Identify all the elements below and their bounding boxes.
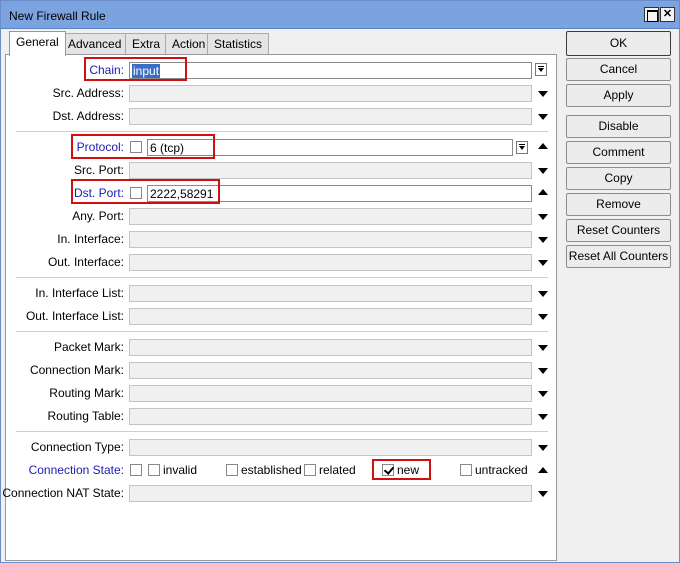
packet-mark-field[interactable] [129,339,532,356]
firewall-rule-window: New Firewall Rule ✕ General Advanced Ext… [0,0,680,563]
connection-type-field[interactable] [129,439,532,456]
in-interface-list-label: In. Interface List: [35,286,124,300]
highlight-protocol [71,134,215,159]
in-interface-list-field[interactable] [129,285,532,302]
routing-table-field[interactable] [129,408,532,425]
apply-button[interactable]: Apply [566,84,671,107]
src-port-expand-icon[interactable] [538,168,548,174]
state-untracked-checkbox[interactable] [460,464,472,476]
connection-type-label: Connection Type: [30,440,124,454]
dst-address-field[interactable] [129,108,532,125]
tab-statistics[interactable]: Statistics [207,33,270,55]
chain-field[interactable]: input [129,62,532,79]
src-port-field[interactable] [129,162,532,179]
general-panel: Chain: input Src. Address: Dst. Address:… [2,54,557,561]
protocol-collapse-icon[interactable] [538,143,548,149]
connection-state-collapse-icon[interactable] [538,467,548,473]
out-interface-list-label: Out. Interface List: [25,309,124,323]
connection-type-expand-icon[interactable] [538,445,548,451]
state-invalid-label: invalid [163,463,198,477]
src-address-field[interactable] [129,85,532,102]
src-address-expand-icon[interactable] [538,91,548,97]
in-interface-field[interactable] [129,231,532,248]
packet-mark-label: Packet Mark: [53,340,124,354]
routing-mark-field[interactable] [129,385,532,402]
close-button[interactable]: ✕ [660,7,675,22]
tab-advanced[interactable]: Advanced [61,33,129,55]
out-interface-expand-icon[interactable] [538,260,548,266]
src-address-label: Src. Address: [52,86,124,100]
disable-button[interactable]: Disable [566,115,671,138]
connection-mark-expand-icon[interactable] [538,368,548,374]
comment-button[interactable]: Comment [566,141,671,164]
routing-table-expand-icon[interactable] [538,414,548,420]
dst-port-collapse-icon[interactable] [538,189,548,195]
connection-state-label[interactable]: Connection State: [29,461,124,479]
separator [16,277,548,278]
packet-mark-expand-icon[interactable] [538,345,548,351]
connection-nat-state-expand-icon[interactable] [538,491,548,497]
routing-table-label: Routing Table: [47,409,125,423]
connection-nat-state-field[interactable] [129,485,532,502]
tab-general[interactable]: General [9,31,66,56]
in-interface-expand-icon[interactable] [538,237,548,243]
state-related-checkbox[interactable] [304,464,316,476]
highlight-dst-port [71,179,220,204]
tab-extra[interactable]: Extra [125,33,168,55]
out-interface-label: Out. Interface: [47,255,124,269]
tab-action[interactable]: Action [165,33,213,55]
in-interface-label: In. Interface: [57,232,124,246]
title-bar[interactable]: New Firewall Rule ✕ [1,1,679,29]
protocol-dropdown-icon[interactable] [516,141,528,154]
separator [16,431,548,432]
state-related-label: related [319,463,356,477]
separator [16,131,548,132]
reset-counters-button[interactable]: Reset Counters [566,219,671,242]
highlight-chain [84,57,187,81]
state-untracked-label: untracked [475,463,528,477]
copy-button[interactable]: Copy [566,167,671,190]
maximize-button[interactable] [644,7,659,22]
any-port-label: Any. Port: [72,209,124,223]
state-established-label: established [241,463,302,477]
any-port-expand-icon[interactable] [538,214,548,220]
src-port-label: Src. Port: [73,163,124,177]
out-interface-list-field[interactable] [129,308,532,325]
routing-mark-expand-icon[interactable] [538,391,548,397]
state-invalid-checkbox[interactable] [148,464,160,476]
out-interface-list-expand-icon[interactable] [538,314,548,320]
state-established-checkbox[interactable] [226,464,238,476]
window-title: New Firewall Rule [9,9,106,23]
chain-dropdown-icon[interactable] [535,63,547,76]
routing-mark-label: Routing Mark: [49,386,124,400]
in-interface-list-expand-icon[interactable] [538,291,548,297]
separator [16,331,548,332]
out-interface-field[interactable] [129,254,532,271]
cancel-button[interactable]: Cancel [566,58,671,81]
connection-mark-label: Connection Mark: [29,363,124,377]
connection-state-negate-checkbox[interactable] [130,464,142,476]
dst-address-expand-icon[interactable] [538,114,548,120]
dst-address-label: Dst. Address: [52,109,124,123]
any-port-field[interactable] [129,208,532,225]
highlight-state-new [372,459,431,480]
reset-all-counters-button[interactable]: Reset All Counters [566,245,671,268]
ok-button[interactable]: OK [566,31,671,56]
remove-button[interactable]: Remove [566,193,671,216]
connection-nat-state-label: Connection NAT State: [2,486,124,500]
connection-mark-field[interactable] [129,362,532,379]
